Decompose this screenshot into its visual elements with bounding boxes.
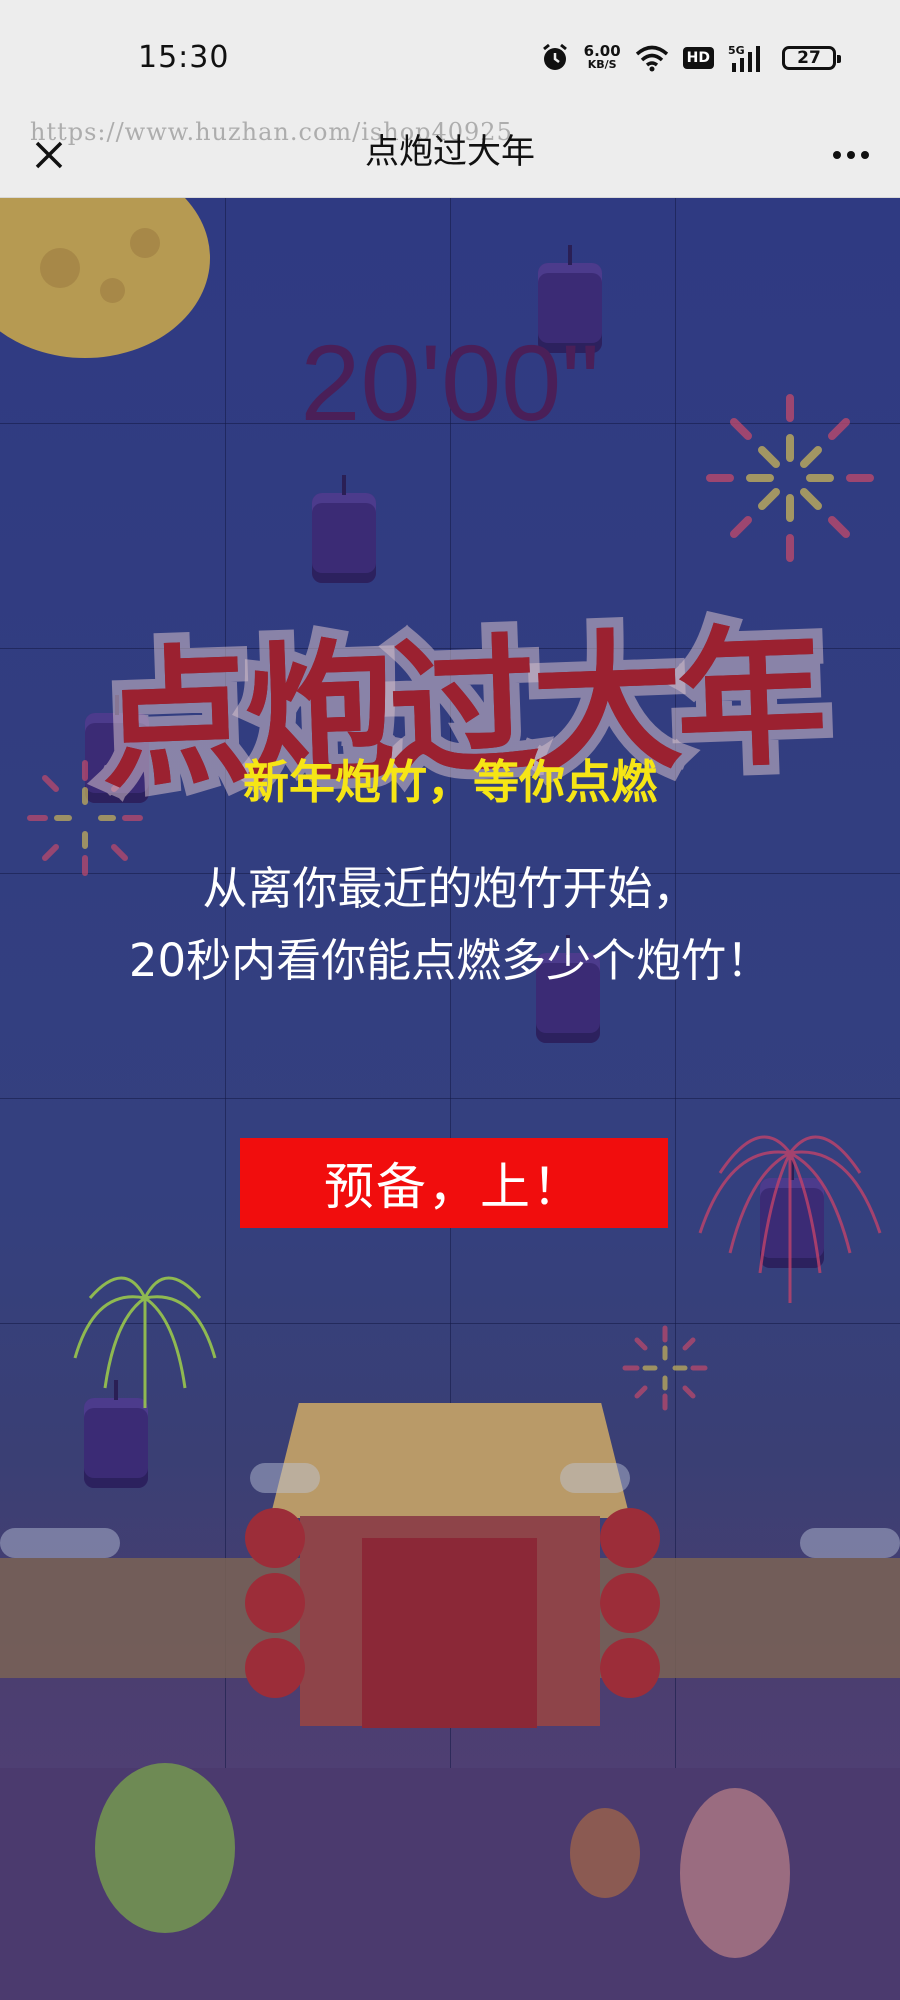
grid-line [450,198,451,2000]
hd-badge: HD [682,47,714,69]
status-bar: 15:30 6.00 KB/S HD 5G 27 [0,0,900,118]
description-line: 20秒内看你能点燃多少个炮竹！ [128,934,772,987]
firecracker[interactable] [312,475,376,583]
lantern [600,1508,660,1568]
lantern [245,1638,305,1698]
page-title: 点炮过大年 [365,132,535,172]
grid-line [225,198,226,2000]
firework-icon [73,1276,217,1408]
status-time: 15:30 [138,40,230,75]
battery-icon: 27 [782,46,841,70]
cloud [800,1528,900,1558]
cloud [0,1528,120,1558]
wifi-icon [635,45,668,72]
nav-bar: https://www.huzhan.com/ishop40925 点炮过大年 [0,118,900,198]
firework-icon [622,1325,708,1411]
child-figure [680,1788,790,1958]
lantern [600,1573,660,1633]
net-speed-unit: KB/S [587,58,617,71]
net-speed: 6.00 KB/S [584,44,621,72]
firework-icon [698,1135,882,1303]
game-subtitle: 新年炮竹，等你点燃 [243,755,657,809]
lantern [600,1638,660,1698]
game-area: 20'00" 点炮过大年 点炮过大年 新年炮竹，等你点燃 从离你最近的炮竹开始，… [0,198,900,2000]
moon-spot [40,248,80,288]
child-figure [95,1763,235,1933]
lantern [245,1508,305,1568]
house-door [362,1538,537,1728]
game-description: 从离你最近的炮竹开始， 20秒内看你能点燃多少个炮竹！ [0,853,900,997]
lantern [245,1573,305,1633]
start-button[interactable]: 预备，上！ [240,1138,668,1228]
signal-icon: 5G [728,44,760,72]
moon-spot [130,228,160,258]
cloud [560,1463,630,1493]
countdown-timer: 20'00" [300,322,600,443]
more-icon[interactable] [824,128,878,182]
game-logo: 点炮过大年 点炮过大年 [88,588,834,819]
svg-text:5G: 5G [728,44,745,57]
house-roof [270,1403,630,1518]
child-figure [570,1808,640,1898]
moon-spot [100,278,125,303]
description-line: 从离你最近的炮竹开始， [202,862,698,915]
net-speed-value: 6.00 [583,42,621,60]
alarm-icon [542,43,567,70]
cloud [250,1463,320,1493]
battery-level: 27 [797,48,821,68]
grid-line [675,198,676,2000]
status-icons: 6.00 KB/S HD 5G 27 [540,38,841,78]
